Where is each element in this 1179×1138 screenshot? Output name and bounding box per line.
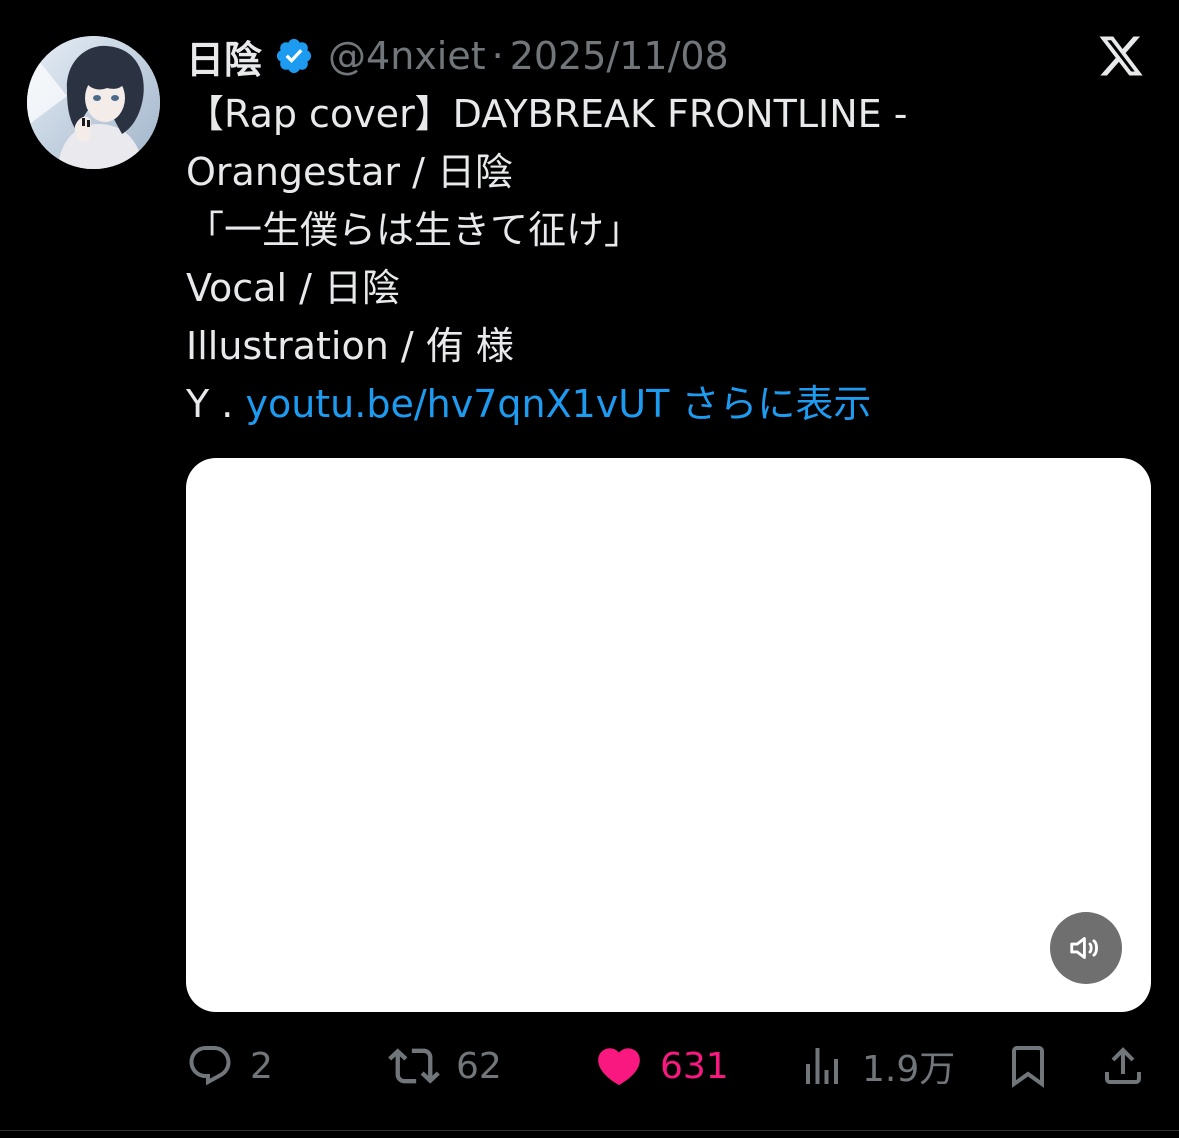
speaker-icon: [1070, 937, 1098, 959]
retweet-count: 62: [456, 1045, 502, 1087]
display-name[interactable]: 日陰: [186, 29, 262, 84]
analytics-icon: [806, 1048, 838, 1084]
tweet-line: Vocal / 日陰: [186, 266, 400, 310]
retweet-button[interactable]: 62: [388, 1040, 502, 1092]
avatar[interactable]: [27, 36, 160, 169]
separator-dot: ·: [491, 34, 504, 78]
tweet-header: 日陰 @4nxiet · 2025/11/08: [186, 30, 729, 82]
reply-button[interactable]: 2: [186, 1040, 273, 1092]
reply-count: 2: [250, 1045, 273, 1087]
tweet-line-prefix: Y .: [186, 382, 246, 426]
video-player[interactable]: [186, 458, 1151, 1012]
youtube-link[interactable]: youtu.be/hv7qnX1vUT: [245, 382, 669, 426]
tweet-text: 【Rap cover】DAYBREAK FRONTLINE - Orangest…: [186, 85, 1146, 433]
views-count: 1.9万: [862, 1049, 956, 1090]
tweet-line-last: Y . youtu.be/hv7qnX1vUT さらに表示: [186, 375, 1146, 433]
bookmark-icon: [1012, 1046, 1044, 1088]
tweet-line: Illustration / 侑 様: [186, 324, 514, 368]
x-logo-icon[interactable]: [1097, 32, 1145, 80]
mute-toggle-button[interactable]: [1050, 912, 1122, 984]
share-button[interactable]: [1099, 1040, 1147, 1092]
retweet-icon: [388, 1048, 440, 1084]
handle[interactable]: @4nxiet: [328, 34, 486, 78]
bookmark-button[interactable]: [1004, 1040, 1052, 1092]
tweet-line: 「一生僕らは生きて征け」: [186, 208, 643, 252]
like-count: 631: [660, 1045, 729, 1087]
tweet-line: Orangestar / 日陰: [186, 150, 513, 194]
verified-badge-icon[interactable]: [274, 36, 314, 76]
action-bar: 2 62 631 1.9万: [0, 1040, 1179, 1092]
heart-icon: [598, 1048, 640, 1086]
tweet-line: 【Rap cover】DAYBREAK FRONTLINE -: [186, 92, 908, 136]
share-icon: [1105, 1047, 1141, 1084]
divider: [0, 1130, 1179, 1131]
reply-icon: [189, 1046, 231, 1086]
views-button[interactable]: 1.9万: [798, 1040, 955, 1092]
like-button[interactable]: 631: [594, 1040, 729, 1092]
timestamp[interactable]: 2025/11/08: [510, 34, 729, 78]
avatar-illustration: [27, 36, 160, 169]
show-more-link[interactable]: さらに表示: [681, 382, 871, 426]
